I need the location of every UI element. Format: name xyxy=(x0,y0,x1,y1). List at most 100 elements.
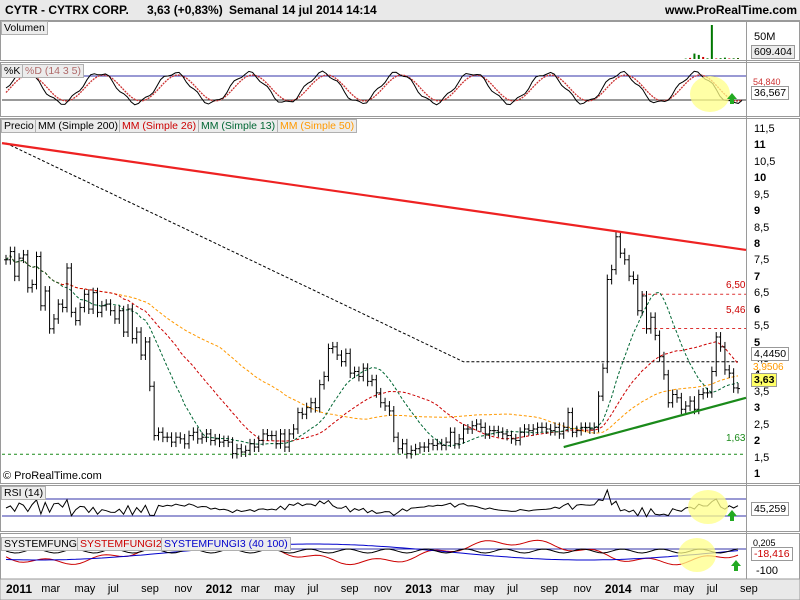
volume-bar xyxy=(732,58,735,59)
volume-bar xyxy=(723,57,726,59)
price-y-tick: 2,5 xyxy=(754,418,770,431)
rsi-line xyxy=(5,488,739,518)
sma13-line xyxy=(5,254,739,447)
x-axis-month-label: sep xyxy=(141,583,159,595)
x-axis-month-label: sep xyxy=(540,583,559,595)
site-label: www.ProRealTime.com xyxy=(665,3,798,17)
price-y-tick: 9 xyxy=(754,205,761,218)
volume-axis-top: 50M xyxy=(754,31,776,43)
volume-bar xyxy=(719,58,722,59)
rsi-panel-frame xyxy=(0,485,800,532)
price-y-tick: 10,5 xyxy=(754,155,776,168)
x-axis-month-label: may xyxy=(74,583,96,595)
price-panel-frame xyxy=(0,118,800,484)
price-y-tick: 5,5 xyxy=(754,320,770,333)
x-axis-month-label: may xyxy=(673,583,695,595)
price-y-tick: 11 xyxy=(754,139,766,152)
sma200-label[interactable]: MM (Simple 200) xyxy=(35,119,121,133)
x-axis-month-label: mar xyxy=(440,583,460,595)
volume-bar xyxy=(689,57,692,59)
price-y-tick: 8 xyxy=(754,238,761,250)
x-axis-month-label: may xyxy=(473,583,495,595)
stoch-d-label[interactable]: %D (14 3 5) xyxy=(22,64,85,78)
sf3-label[interactable]: SYSTEMFUNGI3 (40 100) xyxy=(161,537,291,551)
volume-panel-frame xyxy=(0,21,800,61)
volume-bar xyxy=(702,56,705,59)
last-quote: 3,63 (+0,83%) xyxy=(147,3,223,17)
x-axis-month-label: may xyxy=(274,583,295,595)
x-axis-month-label: mar xyxy=(640,583,660,595)
price-y-tick: 8,5 xyxy=(754,221,770,234)
price-y-tick: 3,5 xyxy=(754,385,770,398)
sma200-line xyxy=(5,142,738,363)
price-y-tick: 7 xyxy=(754,270,761,283)
rsi-highlight xyxy=(688,490,728,524)
copyright-label: © ProRealTime.com xyxy=(3,470,102,482)
sf-up-arrow-icon xyxy=(731,560,741,571)
sf2-label[interactable]: SYSTEMFUNGI2 xyxy=(77,537,165,551)
x-axis-year-label: 2012 xyxy=(205,582,233,596)
x-axis-month-label: nov xyxy=(374,583,392,595)
sma50-value-tag: 3,9506 xyxy=(753,362,784,373)
stoch-d-value: 36,567 xyxy=(751,86,790,100)
x-axis-year-label: 2013 xyxy=(405,582,432,596)
support-trendline xyxy=(563,396,747,449)
datetime-label: 14 jul 2014 14:14 xyxy=(282,3,377,17)
x-axis-month-label: sep xyxy=(340,583,359,595)
chart-canvas xyxy=(0,21,800,600)
price-y-tick: 10 xyxy=(754,172,767,185)
rsi-up-arrow-icon xyxy=(727,510,737,521)
rsi-value-tag: 45,259 xyxy=(751,502,790,516)
x-axis-month-label: jul xyxy=(107,583,119,595)
stoch-highlight xyxy=(690,76,730,112)
sma13-label[interactable]: MM (Simple 13) xyxy=(198,119,279,133)
ticker-title: CYTR - CYTRX CORP. xyxy=(5,3,129,17)
sf1-label[interactable]: SYSTEMFUNGI xyxy=(1,537,83,551)
volume-bar xyxy=(710,25,713,59)
resistance-trendline xyxy=(1,142,747,252)
price-y-tick: 6 xyxy=(754,303,761,316)
sf-axis-value: -100 xyxy=(756,565,779,577)
sf-highlight xyxy=(678,538,716,572)
x-axis-month-label: jul xyxy=(706,583,718,595)
volume-bar xyxy=(728,58,731,59)
volume-bar xyxy=(697,54,700,59)
price-y-tick: 6,5 xyxy=(754,287,770,300)
price-y-tick: 1,5 xyxy=(754,451,770,464)
price-y-tick: 3 xyxy=(754,402,761,415)
x-axis-year-label: 2011 xyxy=(6,582,33,596)
x-axis-month-label: nov xyxy=(573,583,592,595)
timeframe-label[interactable]: Semanal xyxy=(229,3,278,17)
level-label-163: 1,63 xyxy=(726,433,746,444)
x-axis-year-label: 2014 xyxy=(604,582,632,596)
level-label-546: 5,46 xyxy=(726,305,746,316)
chart-header: CYTR - CYTRX CORP. 3,63 (+0,83%) Semanal… xyxy=(0,0,800,21)
rsi-panel-label[interactable]: RSI (14) xyxy=(1,486,47,500)
volume-value-tag: 609.404 xyxy=(751,45,795,59)
volume-bar xyxy=(706,58,709,59)
x-axis-month-label: mar xyxy=(240,583,260,595)
sma50-line xyxy=(5,254,739,434)
price-y-tick: 2 xyxy=(754,435,761,448)
level-label-650: 6,50 xyxy=(726,280,746,291)
x-axis-month-label: sep xyxy=(740,583,758,595)
volume-bar xyxy=(693,53,696,59)
x-axis-month-label: nov xyxy=(174,583,193,595)
last-price-tag: 3,63 xyxy=(751,373,778,387)
price-panel-label[interactable]: Precio xyxy=(1,119,37,133)
x-axis-month-label: jul xyxy=(307,583,319,595)
chart-window: CYTR - CYTRX CORP. 3,63 (+0,83%) Semanal… xyxy=(0,0,800,600)
price-y-tick: 11,5 xyxy=(754,123,775,135)
price-y-tick: 7,5 xyxy=(754,254,770,267)
sma26-label[interactable]: MM (Simple 26) xyxy=(119,119,200,133)
sma200-value-tag: 4,4450 xyxy=(751,347,790,361)
sf-red-value: -18,416 xyxy=(751,547,793,561)
x-axis-month-label: jul xyxy=(507,583,519,595)
sma50-label[interactable]: MM (Simple 50) xyxy=(277,119,358,133)
volume-panel-label[interactable]: Volumen xyxy=(1,21,48,35)
price-y-tick: 9,5 xyxy=(754,188,770,201)
price-y-tick: 1 xyxy=(754,468,761,480)
x-axis-month-label: mar xyxy=(41,583,61,595)
volume-bar xyxy=(715,58,718,59)
stoch-k-label[interactable]: %K xyxy=(1,64,24,78)
